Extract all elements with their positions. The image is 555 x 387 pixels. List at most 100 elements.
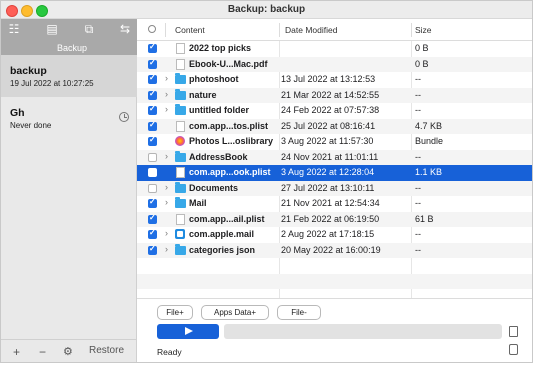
include-checkbox[interactable] bbox=[148, 135, 157, 146]
column-header-content[interactable]: Content bbox=[175, 25, 205, 35]
table-row[interactable]: › Documents 27 Jul 2022 at 13:10:11 -- bbox=[137, 180, 532, 196]
table-row[interactable]: › Mail 21 Nov 2021 at 12:54:34 -- bbox=[137, 196, 532, 212]
disclosure-chevron-icon[interactable]: › bbox=[165, 73, 168, 83]
include-checkbox[interactable] bbox=[148, 104, 157, 115]
disclosure-chevron-icon[interactable]: › bbox=[165, 182, 168, 192]
row-date: 13 Jul 2022 at 13:12:53 bbox=[281, 74, 376, 84]
disclosure-chevron-icon[interactable]: › bbox=[165, 151, 168, 161]
include-checkbox[interactable] bbox=[148, 213, 157, 224]
row-name: Documents bbox=[189, 182, 239, 193]
sidebar-item-gh[interactable]: Gh Never done bbox=[1, 97, 137, 137]
table-row[interactable]: › nature 21 Mar 2022 at 14:52:55 -- bbox=[137, 87, 532, 103]
table-row[interactable]: › untitled folder 24 Feb 2022 at 07:57:38 -… bbox=[137, 103, 532, 119]
row-name: Ebook-U...Mac.pdf bbox=[189, 58, 268, 69]
table-row[interactable]: 2022 top picks 0 B bbox=[137, 41, 532, 57]
empty-row bbox=[137, 258, 532, 274]
apps-data-add-button[interactable]: Apps Data+ bbox=[201, 305, 269, 320]
schedule-clock-icon[interactable] bbox=[119, 112, 129, 122]
sidebar-item-backup[interactable]: backup 19 Jul 2022 at 10:27:25 bbox=[1, 55, 137, 97]
column-header-date[interactable]: Date Modified bbox=[285, 25, 337, 35]
include-checkbox[interactable] bbox=[148, 42, 157, 53]
table-row[interactable]: com.app...ook.plist 3 Aug 2022 at 12:28:0… bbox=[137, 165, 532, 181]
row-size: Bundle bbox=[415, 136, 444, 146]
folder-icon bbox=[175, 104, 186, 115]
file-table: 2022 top picks 0 B Ebook-U...Mac.pdf 0 B › ph… bbox=[137, 41, 532, 289]
log-document-icon[interactable] bbox=[509, 326, 518, 337]
file-remove-button[interactable]: File- bbox=[277, 305, 321, 320]
row-size: -- bbox=[415, 182, 421, 193]
row-size: -- bbox=[415, 151, 421, 162]
start-backup-button[interactable] bbox=[157, 324, 219, 339]
disclosure-chevron-icon[interactable]: › bbox=[165, 197, 168, 207]
progress-bar bbox=[224, 324, 502, 339]
disclosure-chevron-icon[interactable]: › bbox=[165, 104, 168, 114]
sidebar-item-name: backup bbox=[10, 65, 47, 77]
row-size: -- bbox=[415, 74, 421, 84]
include-checkbox[interactable] bbox=[148, 73, 157, 84]
include-checkbox[interactable] bbox=[148, 197, 157, 208]
include-checkbox[interactable] bbox=[148, 183, 157, 193]
include-checkbox[interactable] bbox=[148, 168, 157, 177]
status-column-icon bbox=[148, 25, 156, 33]
column-divider[interactable] bbox=[411, 23, 412, 37]
include-checkbox[interactable] bbox=[148, 89, 157, 100]
row-size: -- bbox=[415, 89, 421, 100]
row-name: Mail bbox=[189, 198, 207, 208]
status-text: Ready bbox=[157, 347, 182, 357]
include-checkbox[interactable] bbox=[148, 58, 157, 69]
row-date: 25 Jul 2022 at 08:16:41 bbox=[281, 120, 376, 131]
column-divider[interactable] bbox=[165, 23, 166, 37]
restore-button[interactable]: Restore bbox=[89, 345, 124, 356]
include-checkbox[interactable] bbox=[148, 228, 157, 239]
column-header-size[interactable]: Size bbox=[415, 25, 432, 35]
sidebar-section-label: Backup bbox=[1, 41, 137, 55]
row-size: 0 B bbox=[415, 58, 429, 69]
window-title: Backup: backup bbox=[227, 4, 306, 15]
table-row[interactable]: › photoshoot 13 Jul 2022 at 13:12:53 -- bbox=[137, 72, 532, 88]
include-checkbox[interactable] bbox=[148, 152, 157, 162]
row-date: 21 Mar 2022 at 14:52:55 bbox=[281, 89, 380, 100]
row-size: -- bbox=[415, 229, 421, 239]
row-name: com.apple.mail bbox=[189, 229, 255, 239]
title-bar: Backup: backup bbox=[1, 1, 532, 19]
table-row[interactable]: Ebook-U...Mac.pdf 0 B bbox=[137, 56, 532, 72]
folder-icon bbox=[175, 150, 186, 162]
table-header: Content Date Modified Size bbox=[137, 19, 532, 41]
tab-backups-icon[interactable]: ☷ bbox=[6, 22, 22, 36]
content-area: Content Date Modified Size 2022 top pick… bbox=[137, 19, 532, 362]
disclosure-chevron-icon[interactable]: › bbox=[165, 228, 168, 238]
folder-icon bbox=[175, 181, 186, 193]
folder-icon bbox=[175, 88, 186, 100]
table-row[interactable]: › categories json 20 May 2022 at 16:00:19 -… bbox=[137, 242, 532, 258]
disclosure-chevron-icon[interactable]: › bbox=[165, 89, 168, 99]
table-row[interactable]: Photos L...oslibrary 3 Aug 2022 at 11:57:… bbox=[137, 134, 532, 150]
tab-archive-icon[interactable]: ▤ bbox=[44, 22, 60, 36]
column-divider[interactable] bbox=[279, 23, 280, 37]
history-clock-icon[interactable] bbox=[509, 344, 518, 355]
row-name: Photos L...oslibrary bbox=[189, 136, 274, 146]
row-date: 21 Feb 2022 at 06:19:50 bbox=[281, 213, 380, 224]
remove-backup-button[interactable]: − bbox=[39, 345, 46, 359]
table-row[interactable]: com.app...ail.plist 21 Feb 2022 at 06:19:… bbox=[137, 211, 532, 227]
row-date: 2 Aug 2022 at 17:18:15 bbox=[281, 229, 375, 239]
tab-sync-icon[interactable]: ⇆ bbox=[117, 22, 133, 36]
table-row[interactable]: › AddressBook 24 Nov 2021 at 11:01:11 -- bbox=[137, 149, 532, 165]
disclosure-chevron-icon[interactable]: › bbox=[165, 244, 168, 254]
gear-icon[interactable]: ⚙ bbox=[63, 345, 73, 358]
include-checkbox[interactable] bbox=[148, 120, 157, 131]
row-size: 61 B bbox=[415, 213, 434, 224]
table-row[interactable]: com.app...tos.plist 25 Jul 2022 at 08:16:… bbox=[137, 118, 532, 134]
row-date: 20 May 2022 at 16:00:19 bbox=[281, 244, 381, 255]
folder-icon bbox=[175, 243, 186, 255]
include-checkbox[interactable] bbox=[148, 244, 157, 255]
empty-row bbox=[137, 273, 532, 289]
table-row[interactable]: › com.apple.mail 2 Aug 2022 at 17:18:15 -- bbox=[137, 227, 532, 243]
file-add-button[interactable]: File+ bbox=[157, 305, 193, 320]
folder-icon bbox=[175, 73, 186, 84]
row-name: photoshoot bbox=[189, 74, 239, 84]
sidebar-tabs: ☷ ▤ ⧉ ⇆ bbox=[1, 19, 137, 41]
tab-copy-icon[interactable]: ⧉ bbox=[81, 22, 97, 36]
lib-icon bbox=[175, 136, 185, 146]
add-backup-button[interactable]: + bbox=[13, 345, 20, 359]
row-size: 1.1 KB bbox=[415, 167, 443, 177]
